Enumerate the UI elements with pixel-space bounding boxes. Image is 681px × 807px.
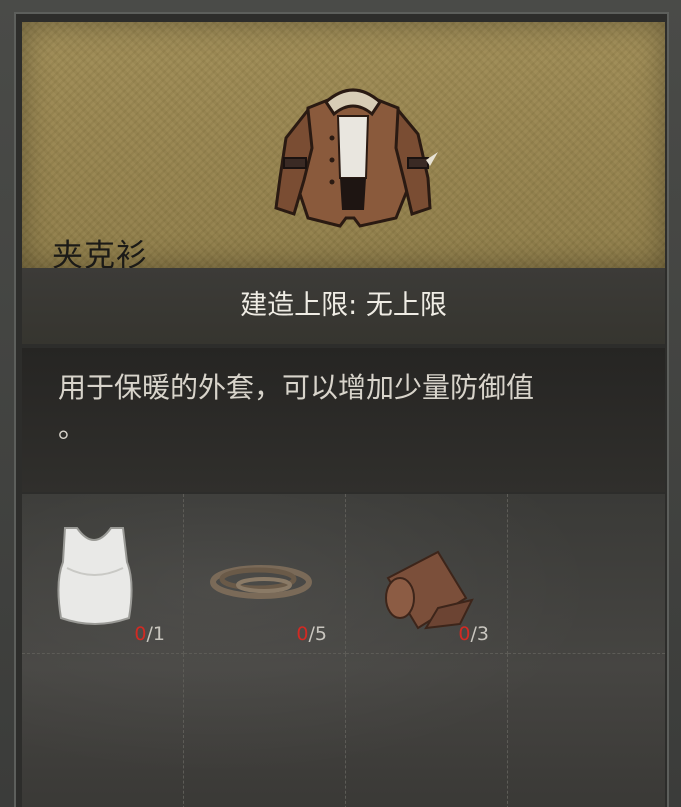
material-slot-leather[interactable]: 0/3 bbox=[346, 494, 508, 654]
material-count: 0/1 bbox=[134, 623, 165, 645]
material-slot-empty[interactable] bbox=[508, 654, 667, 807]
description-line: 用于保暖的外套，可以增加少量防御值 bbox=[58, 371, 535, 404]
material-slot-empty[interactable] bbox=[508, 494, 667, 654]
item-card: 夹克衫 bbox=[22, 22, 665, 274]
material-count: 0/5 bbox=[296, 623, 327, 645]
material-slot-empty[interactable] bbox=[22, 654, 184, 807]
tank-top-icon bbox=[57, 527, 133, 625]
material-slot-empty[interactable] bbox=[346, 654, 508, 807]
material-slot-rope[interactable]: 0/5 bbox=[184, 494, 346, 654]
material-count: 0/3 bbox=[458, 623, 489, 645]
item-detail-panel: 夹克衫 建造上限: 无上限 用于保暖的外套，可以增加少量防御值 。 0/1 0/… bbox=[14, 12, 669, 807]
material-slot-empty[interactable] bbox=[184, 654, 346, 807]
jacket-icon bbox=[274, 88, 438, 228]
description-line: 。 bbox=[58, 411, 87, 444]
material-grid: 0/1 0/5 0/3 bbox=[22, 494, 667, 807]
build-limit: 建造上限: 无上限 bbox=[22, 268, 665, 344]
item-description: 用于保暖的外套，可以增加少量防御值 。 bbox=[22, 348, 665, 492]
material-slot-tank-top[interactable]: 0/1 bbox=[22, 494, 184, 654]
